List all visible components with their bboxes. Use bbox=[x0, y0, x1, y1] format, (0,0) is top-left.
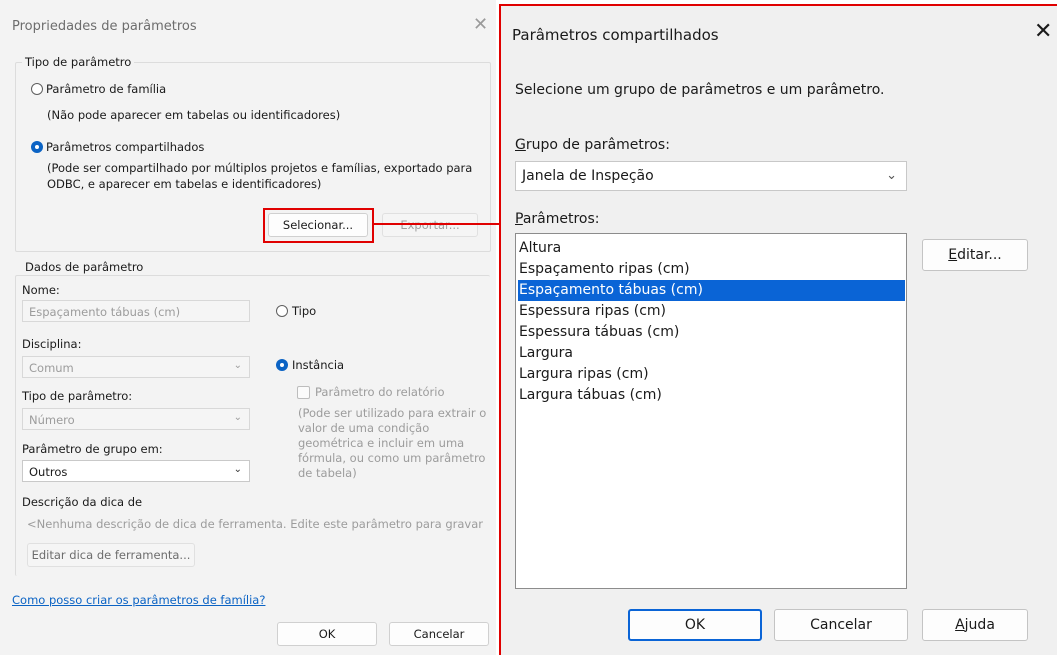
select-button[interactable]: Selecionar... bbox=[268, 213, 368, 237]
report-note-line: geométrica e incluir em uma bbox=[298, 436, 465, 450]
ok-button[interactable]: OK bbox=[628, 609, 762, 641]
export-button[interactable]: Exportar... bbox=[382, 213, 478, 237]
list-item-selected[interactable]: Espaçamento tábuas (cm) bbox=[518, 280, 905, 301]
group-parameter-select[interactable]: Outros ⌄ bbox=[22, 460, 250, 482]
access-key: G bbox=[515, 137, 526, 153]
shared-parameter-note-line1: (Pode ser compartilhado por múltiplos pr… bbox=[47, 161, 473, 175]
label-text: rupo de parâmetros: bbox=[525, 137, 670, 153]
report-note-line: valor de uma condição bbox=[298, 421, 430, 435]
parameter-type-value: Número bbox=[29, 413, 75, 427]
type-radio-label[interactable]: Tipo bbox=[292, 304, 316, 318]
dialog-title: Parâmetros compartilhados bbox=[512, 26, 719, 44]
edit-button[interactable]: Editar... bbox=[922, 239, 1028, 271]
group-parameter-value: Outros bbox=[29, 465, 68, 479]
access-key: A bbox=[955, 617, 965, 633]
help-button[interactable]: Ajuda bbox=[922, 609, 1028, 641]
shared-parameter-note-line2: ODBC, e aparecer em tabelas e identifica… bbox=[47, 177, 322, 191]
report-parameter-checkbox[interactable] bbox=[297, 386, 310, 399]
parameter-group-select[interactable]: Janela de Inspeção ⌄ bbox=[515, 161, 907, 191]
tooltip-placeholder: <Nenhuma descrição de dica de ferramenta… bbox=[27, 517, 484, 531]
cancel-button[interactable]: Cancelar bbox=[389, 622, 489, 646]
name-label: Nome: bbox=[22, 283, 60, 297]
close-icon[interactable]: ✕ bbox=[1034, 21, 1052, 43]
parameter-data-legend: Dados de parâmetro bbox=[22, 260, 147, 274]
parameter-group-value: Janela de Inspeção bbox=[522, 168, 654, 184]
family-parameters-help-link[interactable]: Como posso criar os parâmetros de famíli… bbox=[12, 593, 265, 607]
chevron-down-icon: ⌄ bbox=[886, 168, 897, 183]
access-key: E bbox=[948, 247, 958, 263]
group-parameter-label: Parâmetro de grupo em: bbox=[22, 442, 163, 456]
family-parameter-radio[interactable] bbox=[31, 83, 43, 95]
report-note-line: de tabela) bbox=[298, 466, 357, 480]
shared-parameter-radio[interactable] bbox=[31, 141, 43, 153]
family-parameter-note: (Não pode aparecer em tabelas ou identif… bbox=[47, 108, 341, 122]
button-text: ditar... bbox=[957, 247, 1002, 263]
shared-parameters-dialog: Parâmetros compartilhados ✕ Selecione um… bbox=[499, 4, 1057, 655]
ok-button[interactable]: OK bbox=[277, 622, 377, 646]
list-item[interactable]: Largura tábuas (cm) bbox=[518, 385, 662, 406]
list-item[interactable]: Espessura tábuas (cm) bbox=[518, 322, 679, 343]
list-item[interactable]: Espaçamento ripas (cm) bbox=[518, 259, 690, 280]
close-icon[interactable]: ✕ bbox=[473, 16, 488, 34]
list-item[interactable]: Largura bbox=[518, 343, 573, 364]
list-item[interactable]: Espessura ripas (cm) bbox=[518, 301, 666, 322]
instance-radio-label[interactable]: Instância bbox=[292, 358, 344, 372]
report-parameter-label[interactable]: Parâmetro do relatório bbox=[315, 385, 444, 399]
list-item[interactable]: Largura ripas (cm) bbox=[518, 364, 649, 385]
parameter-type-label: Tipo de parâmetro: bbox=[22, 389, 133, 403]
list-item[interactable]: Altura bbox=[518, 238, 561, 259]
shared-parameter-label[interactable]: Parâmetros compartilhados bbox=[46, 140, 204, 154]
cancel-button[interactable]: Cancelar bbox=[774, 609, 908, 641]
discipline-select[interactable]: Comum ⌄ bbox=[22, 356, 250, 378]
parameter-group-label: Grupo de parâmetros: bbox=[515, 137, 670, 153]
instruction-text: Selecione um grupo de parâmetros e um pa… bbox=[515, 82, 885, 98]
chevron-down-icon: ⌄ bbox=[233, 412, 242, 423]
parameter-properties-dialog: Propriedades de parâmetros ✕ Tipo de par… bbox=[0, 0, 496, 655]
access-key: P bbox=[515, 211, 523, 227]
parameter-type-select[interactable]: Número ⌄ bbox=[22, 408, 250, 430]
chevron-down-icon: ⌄ bbox=[233, 360, 242, 371]
button-text: juda bbox=[964, 617, 995, 633]
name-field[interactable]: Espaçamento tábuas (cm) bbox=[22, 300, 250, 322]
family-parameter-label[interactable]: Parâmetro de família bbox=[46, 82, 166, 96]
report-note-line: (Pode ser utilizado para extrair o bbox=[298, 406, 487, 420]
dialog-title: Propriedades de parâmetros bbox=[12, 19, 197, 34]
parameter-type-legend: Tipo de parâmetro bbox=[22, 55, 135, 69]
tooltip-description-label: Descrição da dica de bbox=[22, 495, 143, 509]
discipline-label: Disciplina: bbox=[22, 337, 82, 351]
discipline-value: Comum bbox=[29, 361, 74, 375]
label-text: arâmetros: bbox=[522, 211, 600, 227]
parameters-label: Parâmetros: bbox=[515, 211, 600, 227]
parameters-listbox[interactable]: Altura Espaçamento ripas (cm) Espaçament… bbox=[515, 233, 907, 589]
highlight-connector-line bbox=[374, 223, 500, 225]
type-radio[interactable] bbox=[276, 305, 288, 317]
edit-tooltip-button[interactable]: Editar dica de ferramenta... bbox=[27, 543, 195, 567]
instance-radio[interactable] bbox=[276, 359, 288, 371]
report-note-line: fórmula, ou como um parâmetro bbox=[298, 451, 486, 465]
chevron-down-icon: ⌄ bbox=[233, 464, 242, 475]
report-parameter-note: (Pode ser utilizado para extrair o valor… bbox=[298, 406, 490, 481]
